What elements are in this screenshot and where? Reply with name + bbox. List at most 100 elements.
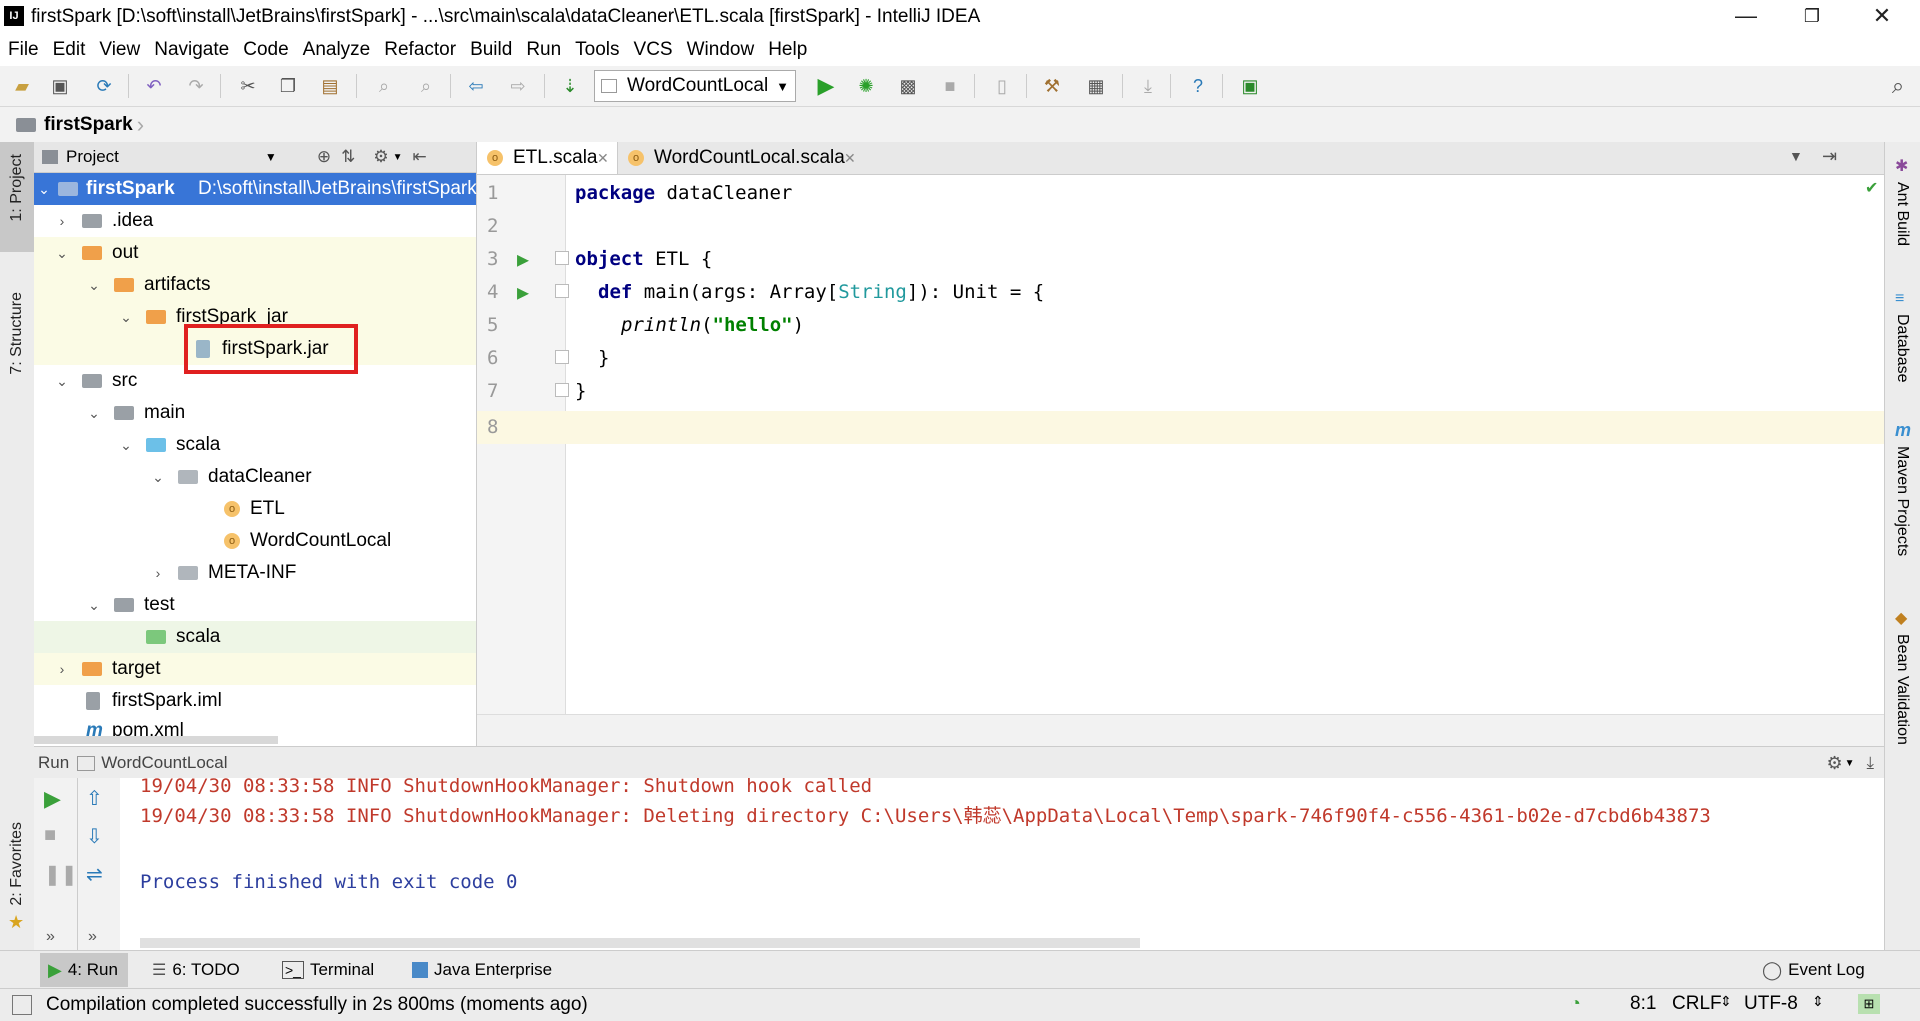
chevron-down-icon[interactable]: ▼ [1845,758,1855,769]
file-encoding[interactable]: UTF-8 [1744,993,1798,1015]
back-icon[interactable]: ⇦ [464,74,488,98]
menu-run[interactable]: Run [519,34,568,66]
stop-icon[interactable]: ■ [44,824,56,847]
menu-tools[interactable]: Tools [568,34,626,66]
code-line[interactable]: 6 } [477,342,1884,375]
tree-item-scala[interactable]: ⌄ scala [34,429,476,461]
collapse-icon[interactable]: ⇅ [341,147,355,167]
horizontal-scrollbar[interactable] [140,938,1140,948]
tree-item-idea[interactable]: › .idea [34,205,476,237]
tab-maven-projects[interactable]: Maven Projects [1893,446,1911,556]
tree-item-out[interactable]: ⌄ out [34,237,476,269]
code-line[interactable]: 2 [477,210,1884,243]
code-line[interactable]: 7 } [477,375,1884,408]
menu-help[interactable]: Help [761,34,814,66]
tool-java-enterprise[interactable]: Java Enterprise [412,953,552,987]
tree-item-src[interactable]: ⌄ src [34,365,476,397]
hide-panel-icon[interactable]: ⇤ [412,147,426,167]
tool-run[interactable]: ▶ 4: Run [40,953,128,987]
tree-item-test-scala[interactable]: scala [34,621,476,653]
forward-icon[interactable]: ⇨ [506,74,530,98]
tree-item-main[interactable]: ⌄ main [34,397,476,429]
tree-item-artifacts[interactable]: ⌄ artifacts [34,269,476,301]
paste-icon[interactable]: ▤ [318,74,342,98]
menu-analyze[interactable]: Analyze [296,34,378,66]
tool-terminal[interactable]: >_ Terminal [282,953,374,987]
tree-item-datacleaner[interactable]: ⌄ dataCleaner [34,461,476,493]
fold-icon[interactable] [555,383,569,397]
console-output[interactable]: 19/04/30 08:33:58 INFO ShutdownHookManag… [120,775,1884,950]
close-tab-icon[interactable]: ✕ [844,142,856,174]
menu-file[interactable]: File [0,34,46,66]
menu-edit[interactable]: Edit [46,34,93,66]
hide-editor-icon[interactable]: ⇥ [1822,146,1837,167]
panel-toggle-icon[interactable] [12,995,32,1015]
tool-todo[interactable]: ☰ 6: TODO [152,953,240,987]
run-gutter-icon[interactable]: ▶ [517,243,529,276]
down-arrow-icon[interactable]: ⇩ [86,824,103,849]
locate-icon[interactable]: ⊕ [317,147,331,167]
line-separator[interactable]: CRLF [1672,993,1722,1015]
vm-icon[interactable]: ▣ [1238,74,1262,98]
tool-event-log[interactable]: ◯ Event Log [1762,953,1865,987]
tab-favorites[interactable]: 2: Favorites [8,822,26,906]
tree-item-etl[interactable]: o ETL [34,493,476,525]
menu-build[interactable]: Build [463,34,519,66]
tab-ant-build[interactable]: Ant Build [1893,182,1911,246]
gear-icon[interactable]: ⚙ [373,147,388,167]
horizontal-scrollbar[interactable] [34,736,278,744]
minimize-panel-icon[interactable]: ⤓ [1866,753,1874,773]
chevron-down-icon[interactable]: ▼ [393,152,403,163]
code-line[interactable]: 4 ▶ def main(args: Array[String]): Unit … [477,276,1884,309]
run-config-select[interactable]: WordCountLocal ▼ [594,70,796,102]
menu-vcs[interactable]: VCS [627,34,680,66]
tab-project[interactable]: 1: Project [8,154,26,222]
tree-item-iml[interactable]: firstSpark.iml [34,685,476,717]
help-icon[interactable]: ? [1186,74,1210,98]
replace-icon[interactable]: ⌕ [414,74,438,98]
run-icon[interactable]: ▶ [814,74,838,98]
search-icon[interactable]: ⌕ [1886,74,1910,98]
tab-wordcountlocal-scala[interactable]: o WordCountLocal.scala ✕ [618,142,868,174]
soft-wrap-icon[interactable]: ⇌ [86,862,103,887]
fold-icon[interactable] [555,350,569,364]
attach-icon[interactable]: ▯ [990,74,1014,98]
menu-navigate[interactable]: Navigate [147,34,236,66]
stop-icon[interactable]: ■ [938,74,962,98]
cut-icon[interactable]: ✂ [236,74,260,98]
more-icon[interactable]: » [88,928,97,946]
sdk-download-icon[interactable]: ⤓ [1136,74,1160,98]
tree-item-meta-inf[interactable]: › META-INF [34,557,476,589]
copy-icon[interactable]: ❐ [276,74,300,98]
redo-icon[interactable]: ↷ [184,74,208,98]
rerun-icon[interactable]: ▶ [44,786,61,812]
tree-item-target[interactable]: › target [34,653,476,685]
status-message[interactable]: Compilation completed successfully in 2s… [46,994,588,1016]
chevron-down-icon[interactable]: ▼ [265,150,277,164]
more-icon[interactable]: » [46,928,55,946]
save-icon[interactable]: ▣ [48,74,72,98]
restore-button[interactable]: ❐ [1782,0,1842,34]
undo-icon[interactable]: ↶ [142,74,166,98]
breadcrumb-project[interactable]: firstSpark [44,114,133,136]
close-tab-icon[interactable]: ✕ [597,142,609,174]
run-gutter-icon[interactable]: ▶ [517,276,529,309]
tab-structure[interactable]: 7: Structure [8,292,26,375]
open-folder-icon[interactable]: ▰ [10,74,34,98]
code-line[interactable]: 5 println("hello") [477,309,1884,342]
tab-database[interactable]: Database [1893,314,1911,383]
project-structure-icon[interactable]: ▦ [1084,74,1108,98]
project-view-label[interactable]: Project [66,147,119,167]
tree-item-wordcountlocal[interactable]: o WordCountLocal [34,525,476,557]
memory-indicator-icon[interactable]: ◔ [1570,993,1581,1014]
minimize-button[interactable]: — [1716,0,1776,34]
code-line[interactable]: 8 [477,411,1884,444]
fold-icon[interactable] [555,284,569,298]
tab-etl-scala[interactable]: o ETL.scala ✕ [477,142,618,174]
sync-icon[interactable]: ⟳ [92,74,116,98]
find-icon[interactable]: ⌕ [372,74,396,98]
code-line[interactable]: 3 ▶ object ETL { [477,243,1884,276]
fold-icon[interactable] [555,251,569,265]
lock-icon[interactable]: ⊞ [1858,994,1880,1014]
chevron-down-icon[interactable]: ▼ [1789,148,1803,164]
